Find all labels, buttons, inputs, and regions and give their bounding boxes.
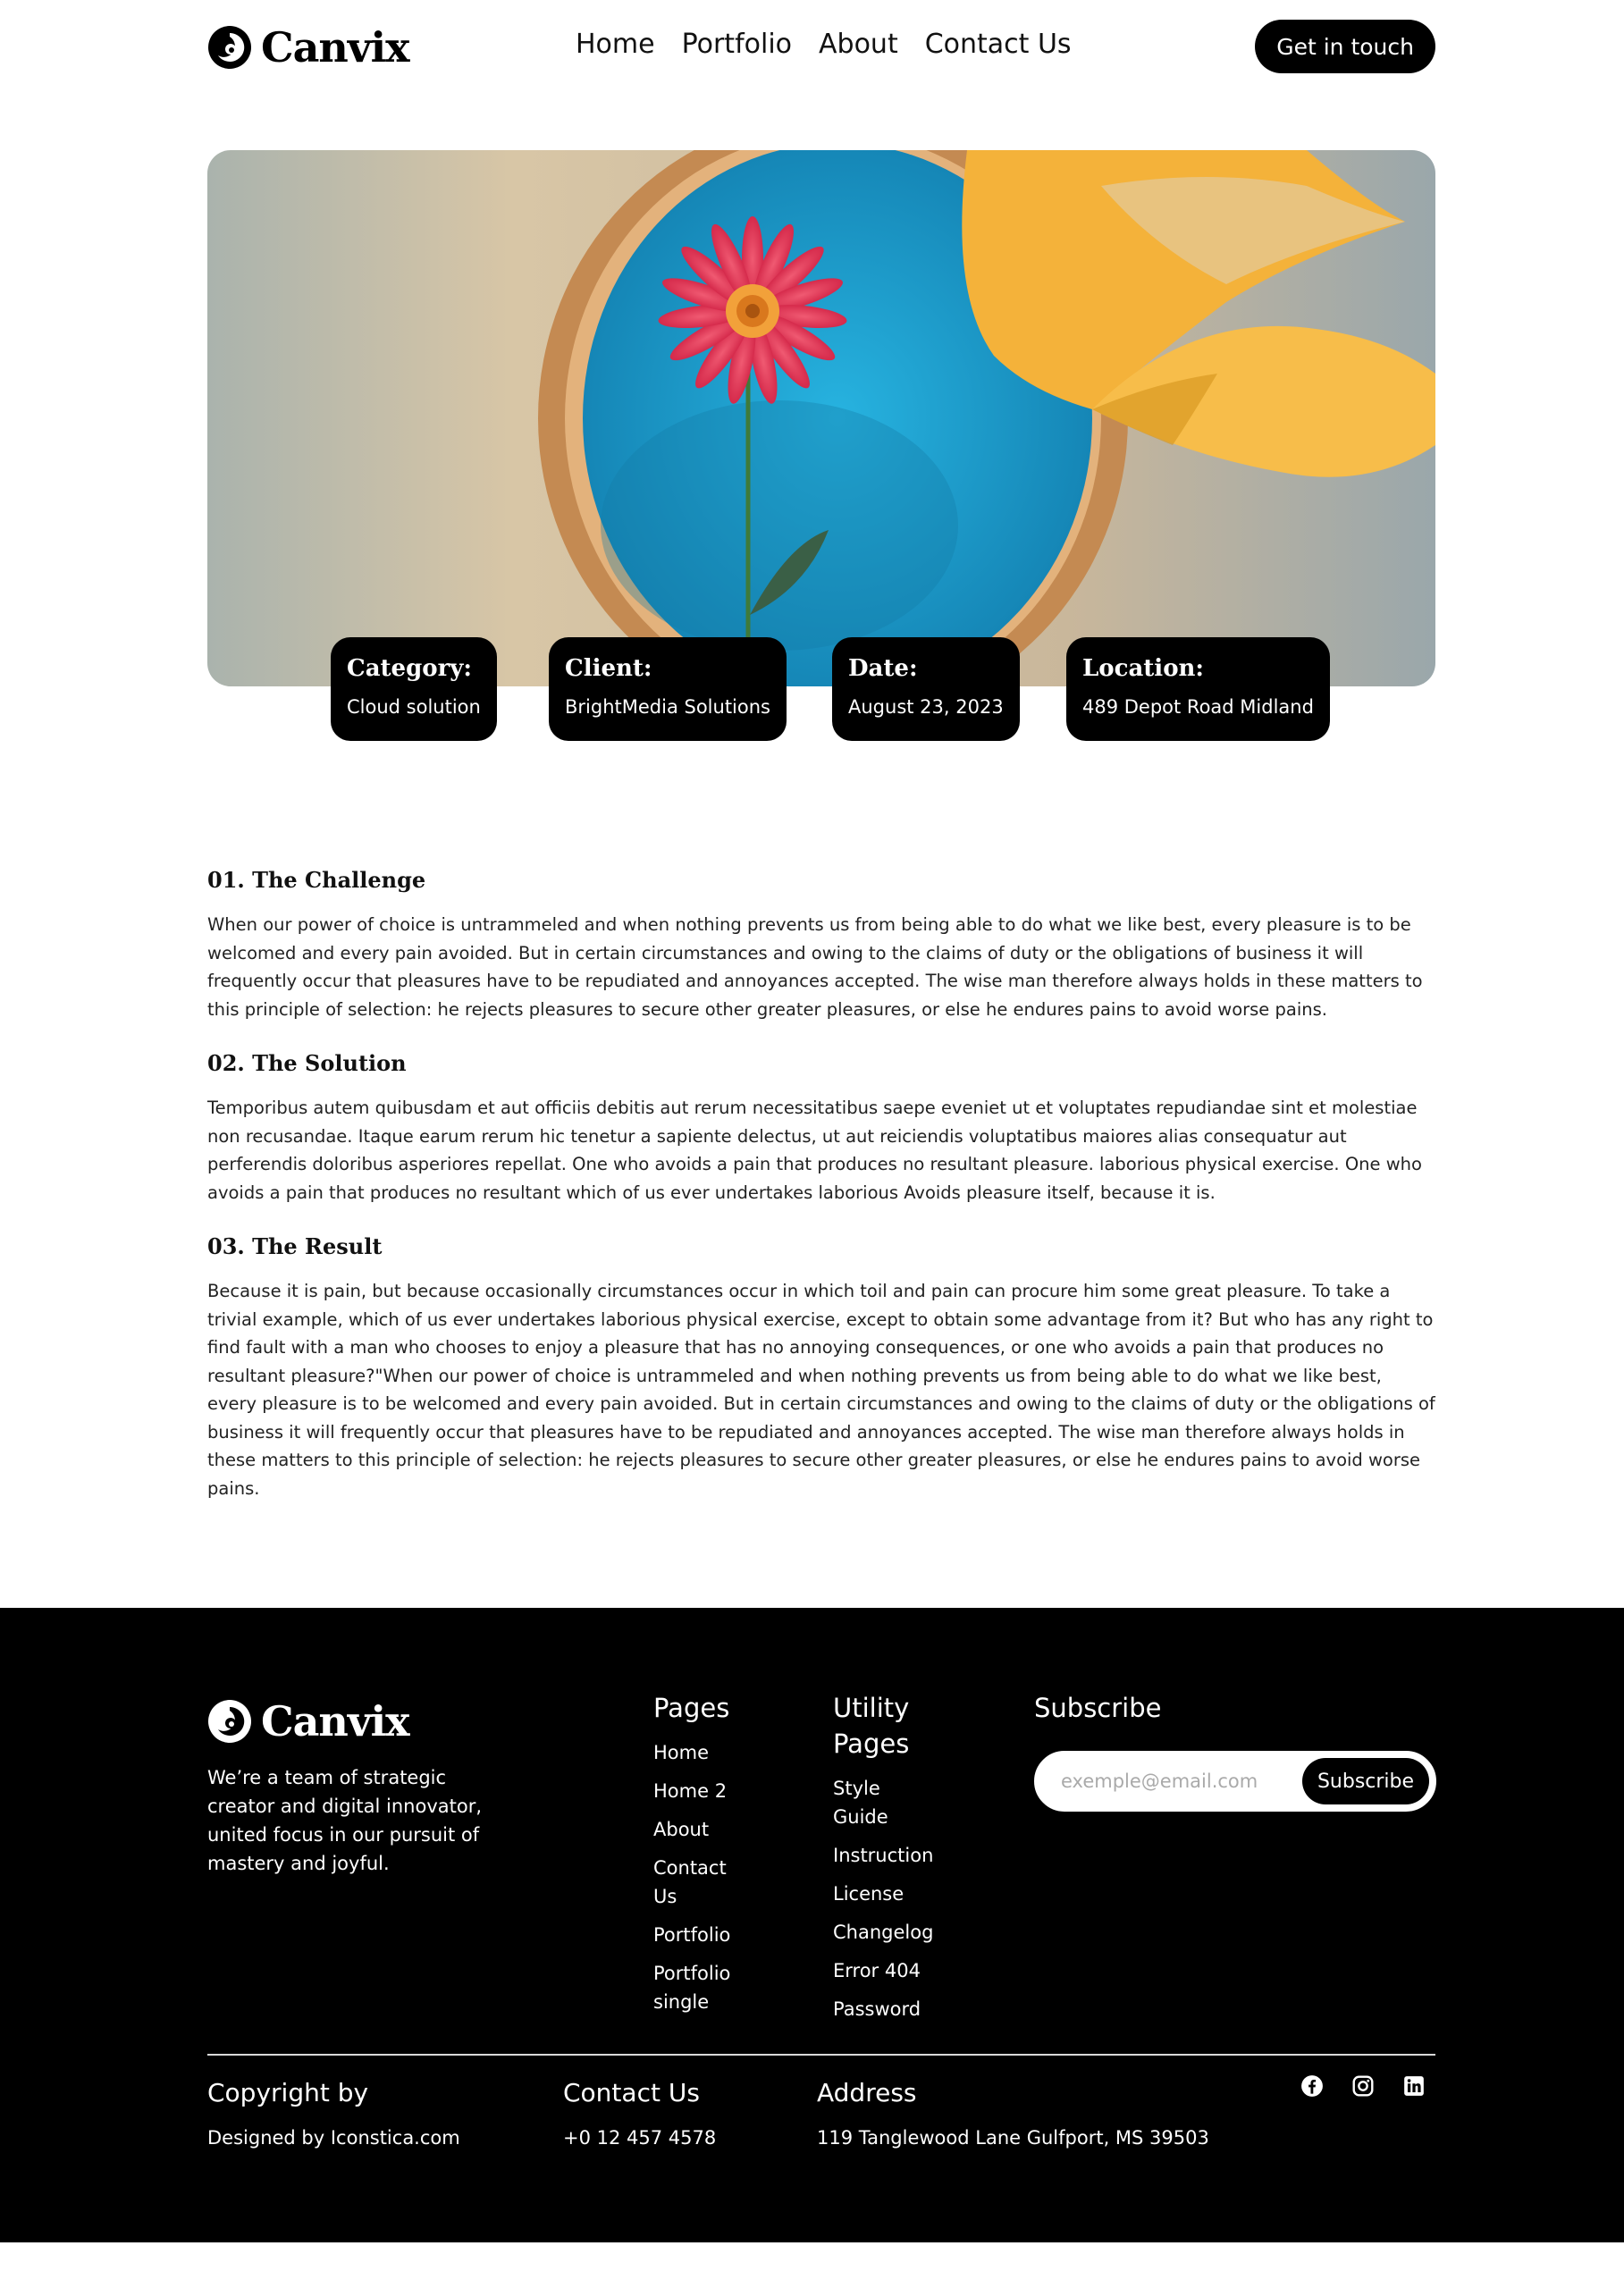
contact-phone[interactable]: +0 12 457 4578 — [563, 2127, 716, 2149]
meta-category-label: Category: — [347, 655, 473, 682]
address-title: Address — [817, 2078, 917, 2107]
footer-pages-title: Pages — [653, 1693, 730, 1723]
nav-contact[interactable]: Contact Us — [925, 29, 1072, 60]
footer-link-changelog[interactable]: Changelog — [833, 1918, 949, 1947]
meta-location-value: 489 Depot Road Midland — [1082, 696, 1314, 718]
hero-image — [207, 150, 1435, 686]
footer-link-portfolio[interactable]: Portfolio — [653, 1921, 778, 1949]
section-result: 03. The Result Because it is pain, but b… — [207, 1233, 1435, 1502]
footer-link-password[interactable]: Password — [833, 1995, 949, 2023]
meta-category: Category: Cloud solution — [331, 637, 497, 741]
brand-name: Canvix — [261, 23, 409, 71]
meta-location-label: Location: — [1082, 655, 1205, 682]
get-in-touch-button[interactable]: Get in touch — [1255, 20, 1435, 73]
footer-utility-title: Utility Pages — [833, 1693, 910, 1759]
footer-divider — [207, 2054, 1435, 2056]
nav-about[interactable]: About — [819, 29, 898, 60]
social-links — [1300, 2074, 1426, 2098]
section-body: Because it is pain, but because occasion… — [207, 1281, 1435, 1499]
footer-subscribe-title: Subscribe — [1034, 1693, 1162, 1723]
section-title: 01. The Challenge — [207, 867, 426, 893]
meta-date-label: Date: — [848, 655, 918, 682]
linkedin-icon[interactable] — [1402, 2074, 1426, 2098]
footer-copyright: Copyright by Designed by Iconstica.com — [207, 2078, 460, 2149]
nav-home[interactable]: Home — [576, 29, 655, 60]
meta-client-label: Client: — [565, 655, 652, 682]
section-title: 02. The Solution — [207, 1050, 407, 1076]
brand-logo[interactable]: Canvix — [207, 23, 409, 71]
footer-link-about[interactable]: About — [653, 1815, 778, 1844]
instagram-icon[interactable] — [1351, 2074, 1375, 2098]
address-value: 119 Tanglewood Lane Gulfport, MS 39503 — [817, 2127, 1209, 2149]
subscribe-button[interactable]: Subscribe — [1302, 1758, 1429, 1804]
site-footer: Canvix We’re a team of strategic creator… — [0, 1608, 1624, 2242]
logo-mark-icon — [208, 1700, 251, 1743]
facebook-icon[interactable] — [1300, 2074, 1324, 2098]
footer-link-contact[interactable]: Contact Us — [653, 1854, 734, 1911]
logo-mark-icon — [208, 26, 251, 69]
footer-link-home-2[interactable]: Home 2 — [653, 1777, 778, 1805]
footer-address: Address 119 Tanglewood Lane Gulfport, MS… — [817, 2078, 1209, 2149]
footer-brand-name: Canvix — [261, 1697, 409, 1745]
footer-link-error-404[interactable]: Error 404 — [833, 1956, 949, 1985]
meta-client-value: BrightMedia Solutions — [565, 696, 770, 718]
section-title: 03. The Result — [207, 1233, 383, 1259]
section-solution: 02. The Solution Temporibus autem quibus… — [207, 1050, 1435, 1207]
copyright-title: Copyright by — [207, 2078, 369, 2107]
footer-contact: Contact Us +0 12 457 4578 — [563, 2078, 716, 2149]
footer-logo[interactable]: Canvix — [207, 1697, 409, 1745]
site-header: Canvix Home Portfolio About Contact Us G… — [207, 18, 1435, 75]
meta-date: Date: August 23, 2023 — [832, 637, 1020, 741]
case-study-content: 01. The Challenge When our power of choi… — [207, 867, 1435, 1529]
hero-illustration — [207, 150, 1435, 686]
subscribe-email-input[interactable] — [1061, 1754, 1293, 1808]
main-nav: Home Portfolio About Contact Us — [576, 29, 1072, 60]
footer-link-license[interactable]: License — [833, 1880, 949, 1908]
contact-title: Contact Us — [563, 2078, 700, 2107]
footer-link-home[interactable]: Home — [653, 1738, 778, 1767]
footer-pages: Pages Home Home 2 About Contact Us Portf… — [653, 1690, 778, 2026]
footer-utility-pages: Utility Pages Style Guide Instruction Li… — [833, 1690, 949, 2033]
section-body: Temporibus autem quibusdam et aut offici… — [207, 1098, 1422, 1203]
footer-subscribe: Subscribe — [1034, 1690, 1161, 1738]
footer-link-portfolio-single[interactable]: Portfolio single — [653, 1959, 734, 2016]
subscribe-form: Subscribe — [1034, 1751, 1436, 1812]
meta-location: Location: 489 Depot Road Midland — [1066, 637, 1330, 741]
footer-about: We’re a team of strategic creator and di… — [207, 1767, 483, 1874]
footer-link-instruction[interactable]: Instruction — [833, 1841, 949, 1870]
copyright-value[interactable]: Designed by Iconstica.com — [207, 2127, 460, 2149]
nav-portfolio[interactable]: Portfolio — [682, 29, 792, 60]
footer-link-style-guide[interactable]: Style Guide — [833, 1774, 905, 1831]
meta-date-value: August 23, 2023 — [848, 696, 1004, 718]
meta-client: Client: BrightMedia Solutions — [549, 637, 787, 741]
meta-category-value: Cloud solution — [347, 696, 481, 718]
section-body: When our power of choice is untrammeled … — [207, 914, 1423, 1020]
section-challenge: 01. The Challenge When our power of choi… — [207, 867, 1435, 1023]
